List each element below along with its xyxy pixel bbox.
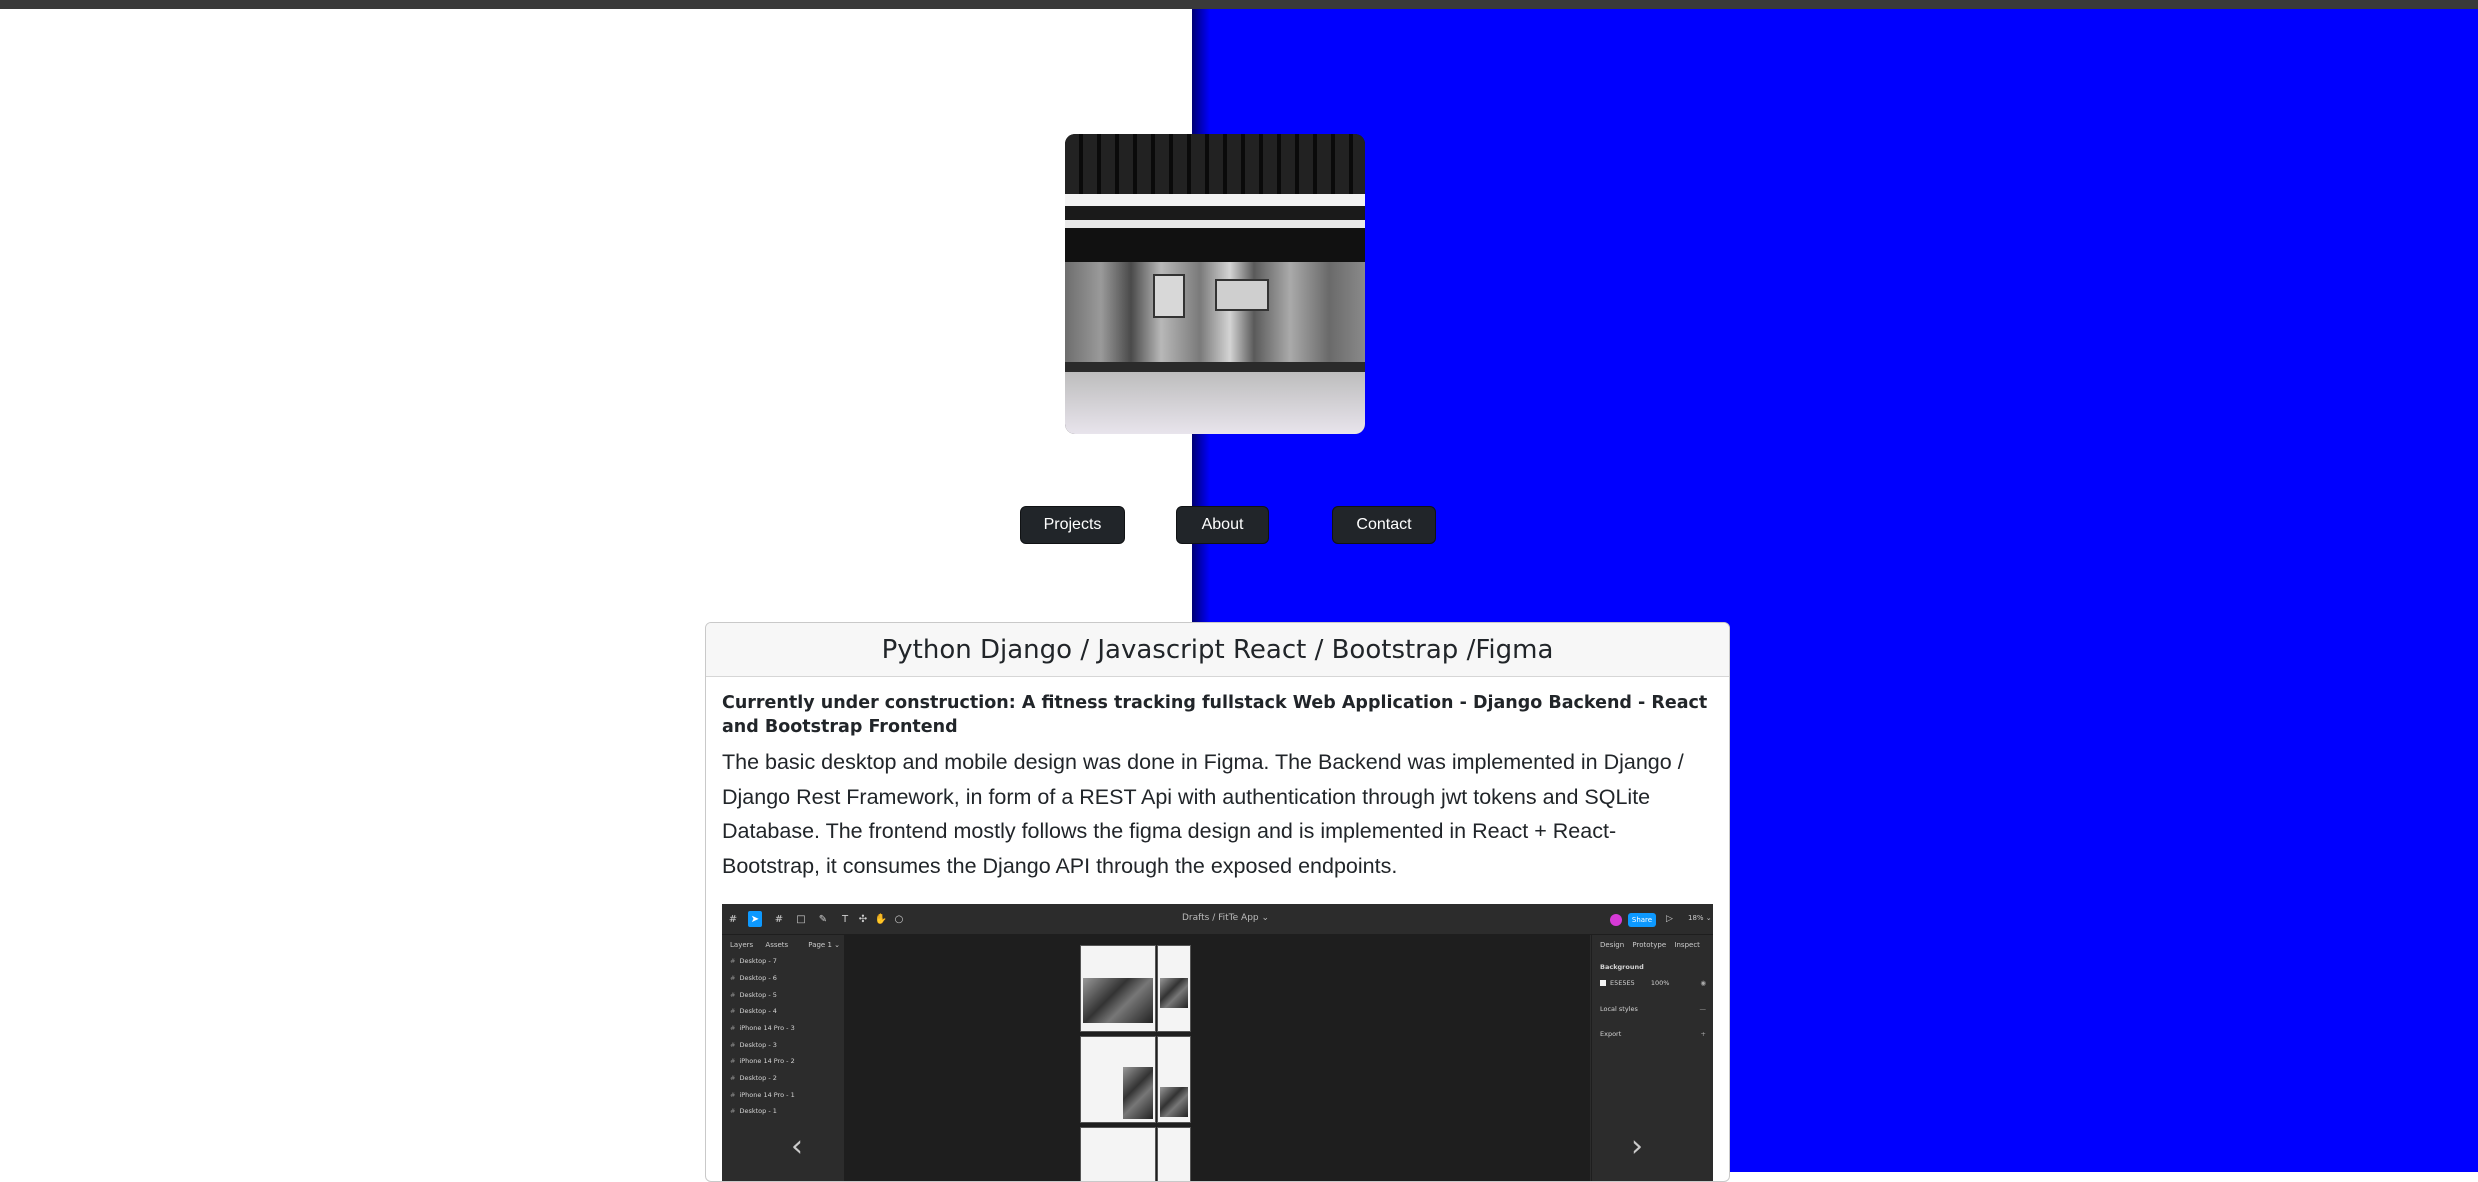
figma-file-title: Drafts / FitTe App ⌄ (1182, 913, 1270, 923)
browser-top-bar (0, 0, 2478, 9)
card-body: Currently under construction: A fitness … (706, 677, 1729, 883)
eye-icon: ◉ (1700, 979, 1706, 987)
layer-item: Desktop - 5 (730, 991, 776, 999)
background-opacity: 100% (1650, 979, 1670, 987)
pen-tool-icon: ✎ (818, 913, 828, 925)
background-label: Background (1600, 963, 1644, 971)
design-frame (1157, 945, 1191, 1032)
figma-menu-icon: # (728, 913, 738, 925)
card-description: The basic desktop and mobile design was … (722, 750, 1684, 878)
comment-tool-icon: ○ (894, 913, 904, 925)
layer-item: Desktop - 6 (730, 974, 776, 982)
plus-icon: + (1700, 1030, 1706, 1038)
chevron-right-icon[interactable]: › (1622, 1126, 1652, 1166)
layer-item: iPhone 14 Pro - 3 (730, 1024, 794, 1032)
assets-tab: Assets (765, 941, 789, 949)
layer-item: Desktop - 2 (730, 1074, 776, 1082)
background-swatch (1600, 980, 1606, 986)
text-tool-icon: T (841, 913, 849, 925)
figma-zoom: 18% ⌄ (1688, 914, 1712, 922)
prototype-tab: Prototype (1632, 941, 1667, 949)
project-card: Python Django / Javascript React / Boots… (705, 622, 1730, 1182)
export-label: Export (1600, 1030, 1622, 1038)
chevron-left-icon[interactable]: ‹ (782, 1126, 812, 1166)
frame-tool-icon: # (774, 913, 784, 925)
minus-icon: — (1699, 1005, 1707, 1013)
card-header: Python Django / Javascript React / Boots… (706, 623, 1729, 677)
resources-icon: ✣ (858, 913, 868, 925)
layer-item: iPhone 14 Pro - 1 (730, 1091, 794, 1099)
layer-item: Desktop - 4 (730, 1007, 776, 1015)
layer-item: Desktop - 3 (730, 1041, 776, 1049)
card-subtitle: Currently under construction: A fitness … (722, 693, 1708, 737)
layer-item: Desktop - 7 (730, 957, 776, 965)
shape-tool-icon: □ (796, 913, 806, 925)
design-frame (1157, 1036, 1191, 1123)
project-image-carousel[interactable]: # ➤ # □ ✎ T ✣ ✋ ○ Drafts / FitTe App ⌄ S… (722, 904, 1713, 1181)
projects-button[interactable]: Projects (1020, 506, 1125, 544)
design-frame (1080, 1036, 1156, 1123)
page-selector: Page 1 ⌄ (808, 941, 840, 949)
figma-canvas (845, 935, 1590, 1181)
user-avatar (1610, 914, 1622, 926)
figma-toolbar: # ➤ # □ ✎ T ✣ ✋ ○ Drafts / FitTe App ⌄ S… (722, 904, 1713, 935)
move-tool-icon: ➤ (748, 911, 762, 927)
about-button[interactable]: About (1176, 506, 1269, 544)
layers-tab: Layers (730, 941, 754, 949)
figma-share-button: Share (1628, 913, 1656, 927)
design-frame (1080, 945, 1156, 1032)
local-styles-label: Local styles (1600, 1005, 1638, 1013)
design-tab: Design (1600, 941, 1625, 949)
play-icon: ▷ (1666, 913, 1673, 923)
background-hex: E5E5E5 (1610, 979, 1635, 987)
layer-item: iPhone 14 Pro - 2 (730, 1057, 794, 1065)
contact-button[interactable]: Contact (1332, 506, 1436, 544)
figma-design-panel: Design Prototype Inspect Background E5E5… (1591, 935, 1713, 1181)
layer-item: Desktop - 1 (730, 1107, 776, 1115)
profile-image (1065, 134, 1365, 434)
design-frame (1157, 1127, 1191, 1181)
hand-tool-icon: ✋ (874, 913, 888, 925)
design-frame (1080, 1127, 1156, 1181)
inspect-tab: Inspect (1674, 941, 1700, 949)
